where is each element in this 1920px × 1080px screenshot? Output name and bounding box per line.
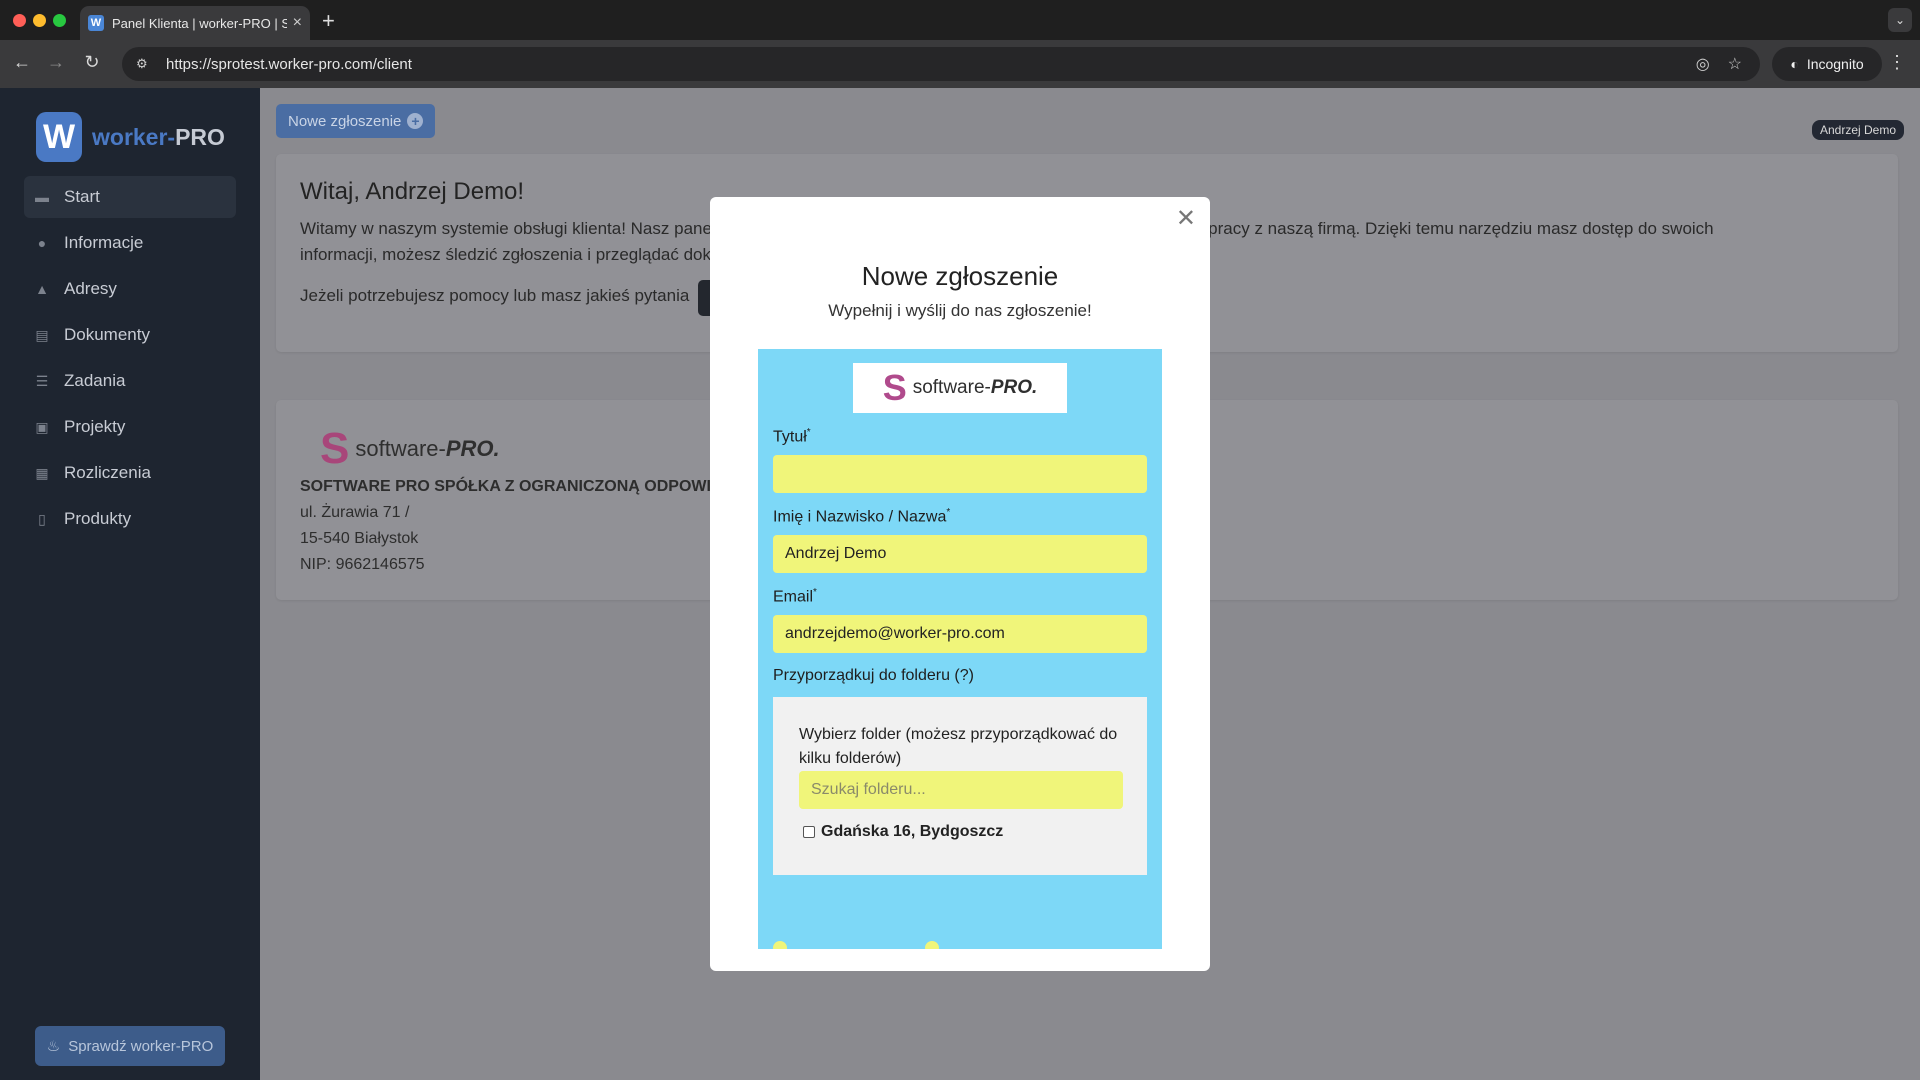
software-pro-logo-icon: S (320, 424, 350, 473)
logo-wordmark: worker-PRO (92, 123, 225, 150)
folder-label[interactable]: Przyporządkuj do folderu (?) (773, 667, 974, 685)
sidebar-menu: ▬ Start ● Informacje ▲ Adresy ▤ Dokument… (24, 176, 236, 544)
welcome-help-text: Jeżeli potrzebujesz pomocy lub masz jaki… (300, 286, 690, 305)
sidebar-item-label: Informacje (64, 233, 144, 252)
tab-title: Panel Klienta | worker-PRO | S (112, 15, 287, 31)
check-worker-pro-button[interactable]: ♨ Sprawdź worker-PRO (35, 1026, 225, 1066)
folder-picker: Wybierz folder (możesz przyporządkować d… (773, 697, 1147, 875)
new-tab-icon[interactable]: + (322, 8, 335, 34)
browser-toolbar: ← → ↻ ⚙ https://sprotest.worker-pro.com/… (0, 40, 1920, 88)
flame-icon: ♨ (46, 1038, 61, 1055)
new-ticket-modal: ✕ Nowe zgłoszenie Wypełnij i wyślij do n… (710, 197, 1210, 971)
sidebar-item-label: Produkty (64, 509, 132, 528)
logo-mark-icon: W (36, 112, 82, 162)
app-logo[interactable]: W worker-PRO (36, 112, 225, 162)
new-ticket-label: Nowe zgłoszenie (288, 112, 402, 130)
sidebar-item-zadania[interactable]: ☰ Zadania (24, 360, 236, 402)
tasks-icon: ☰ (35, 372, 49, 389)
company-details: SOFTWARE PRO SPÓŁKA Z OGRANICZONĄ ODPOWI… (300, 474, 711, 578)
sidebar-item-label: Rozliczenia (64, 463, 151, 482)
tab-close-icon[interactable]: × (293, 14, 302, 32)
form-logo: S software-PRO. (853, 363, 1067, 413)
maximize-window-button[interactable] (53, 14, 66, 27)
address-icon: ▲ (35, 281, 49, 297)
close-window-button[interactable] (13, 14, 26, 27)
email-input[interactable]: andrzejdemo@worker-pro.com (773, 615, 1147, 653)
site-settings-icon[interactable]: ⚙ (136, 56, 154, 72)
company-city: 15-540 Białystok (300, 530, 419, 547)
dash-icon: ▬ (35, 189, 49, 205)
folder-hint: Wybierz folder (możesz przyporządkować d… (799, 726, 1118, 767)
plus-circle-icon: + (407, 113, 424, 129)
browser-tab-bar: W Panel Klienta | worker-PRO | S × + ⌄ (0, 0, 1920, 40)
sidebar-item-produkty[interactable]: ▯ Produkty (24, 498, 236, 540)
sidebar: W worker-PRO ▬ Start ● Informacje ▲ Adre… (0, 88, 260, 1080)
name-label: Imię i Nazwisko / Nazwa* (773, 507, 951, 526)
sidebar-item-projekty[interactable]: ▣ Projekty (24, 406, 236, 448)
sidebar-item-label: Projekty (64, 417, 126, 436)
software-pro-logo-icon: S (882, 367, 907, 408)
ticket-form: S software-PRO. Tytuł* Imię i Nazwisko /… (758, 349, 1162, 949)
reload-icon[interactable]: ↻ (80, 52, 104, 73)
user-badge[interactable]: Andrzej Demo (1811, 120, 1904, 140)
sidebar-item-label: Zadania (64, 371, 126, 390)
sidebar-item-label: Adresy (64, 279, 117, 298)
welcome-title: Witaj, Andrzej Demo! (300, 178, 525, 205)
minimize-window-button[interactable] (33, 14, 46, 27)
radio-option-1[interactable] (773, 941, 787, 949)
check-button-label: Sprawdź worker-PRO (68, 1037, 214, 1055)
sidebar-item-dokumenty[interactable]: ▤ Dokumenty (24, 314, 236, 356)
projects-icon: ▣ (35, 418, 49, 435)
back-arrow-icon[interactable]: ← (10, 52, 34, 73)
incognito-indicator[interactable]: ◐ Incognito (1772, 47, 1882, 81)
folder-checkbox[interactable] (803, 826, 815, 838)
incognito-label: Incognito (1806, 56, 1864, 72)
info-icon: ● (37, 235, 47, 251)
url-text[interactable]: https://sprotest.worker-pro.com/client (166, 56, 1696, 73)
company-street: ul. Żurawia 71 / (300, 504, 410, 521)
incognito-icon: ◐ (1790, 56, 1799, 72)
client-type-radios (773, 941, 947, 949)
folder-search-input[interactable]: Szukaj folderu... (799, 771, 1123, 809)
folder-option[interactable]: Gdańska 16, Bydgoszcz (803, 823, 1003, 841)
document-icon: ▤ (35, 326, 49, 343)
forward-arrow-icon[interactable]: → (44, 52, 68, 73)
title-label: Tytuł* (773, 427, 811, 446)
tab-favicon-icon: W (88, 15, 104, 31)
sidebar-item-adresy[interactable]: ▲ Adresy (24, 268, 236, 310)
company-logo: S software-PRO. (320, 424, 500, 473)
modal-title: Nowe zgłoszenie (861, 261, 1059, 291)
tab-search-chevron-icon[interactable]: ⌄ (1888, 8, 1912, 32)
sidebar-item-label: Dokumenty (64, 325, 150, 344)
sidebar-item-informacje[interactable]: ● Informacje (24, 222, 236, 264)
sidebar-item-start[interactable]: ▬ Start (24, 176, 236, 218)
name-input[interactable]: Andrzej Demo (773, 535, 1147, 573)
company-name: SOFTWARE PRO SPÓŁKA Z OGRANICZONĄ ODPOWI (300, 478, 711, 495)
company-nip: NIP: 9662146575 (300, 556, 425, 573)
folder-option-label: Gdańska 16, Bydgoszcz (821, 823, 1004, 840)
radio-option-2[interactable] (925, 941, 939, 949)
eye-off-icon[interactable]: ◎ (1696, 54, 1710, 74)
sidebar-item-label: Start (64, 187, 100, 206)
sidebar-item-rozliczenia[interactable]: ▦ Rozliczenia (24, 452, 236, 494)
browser-menu-icon[interactable]: ⋮ (1888, 52, 1906, 73)
close-icon[interactable]: ✕ (1176, 207, 1196, 231)
billing-icon: ▦ (35, 464, 49, 481)
new-ticket-button[interactable]: Nowe zgłoszenie + (276, 104, 436, 138)
browser-tab[interactable]: W Panel Klienta | worker-PRO | S × (80, 6, 310, 40)
bookmark-star-icon[interactable]: ☆ (1728, 54, 1742, 74)
products-icon: ▯ (38, 510, 46, 527)
modal-subtitle: Wypełnij i wyślij do nas zgłoszenie! (828, 301, 1092, 320)
email-label: Email* (773, 587, 817, 606)
title-input[interactable] (773, 455, 1147, 493)
address-bar[interactable]: ⚙ https://sprotest.worker-pro.com/client… (122, 47, 1760, 81)
